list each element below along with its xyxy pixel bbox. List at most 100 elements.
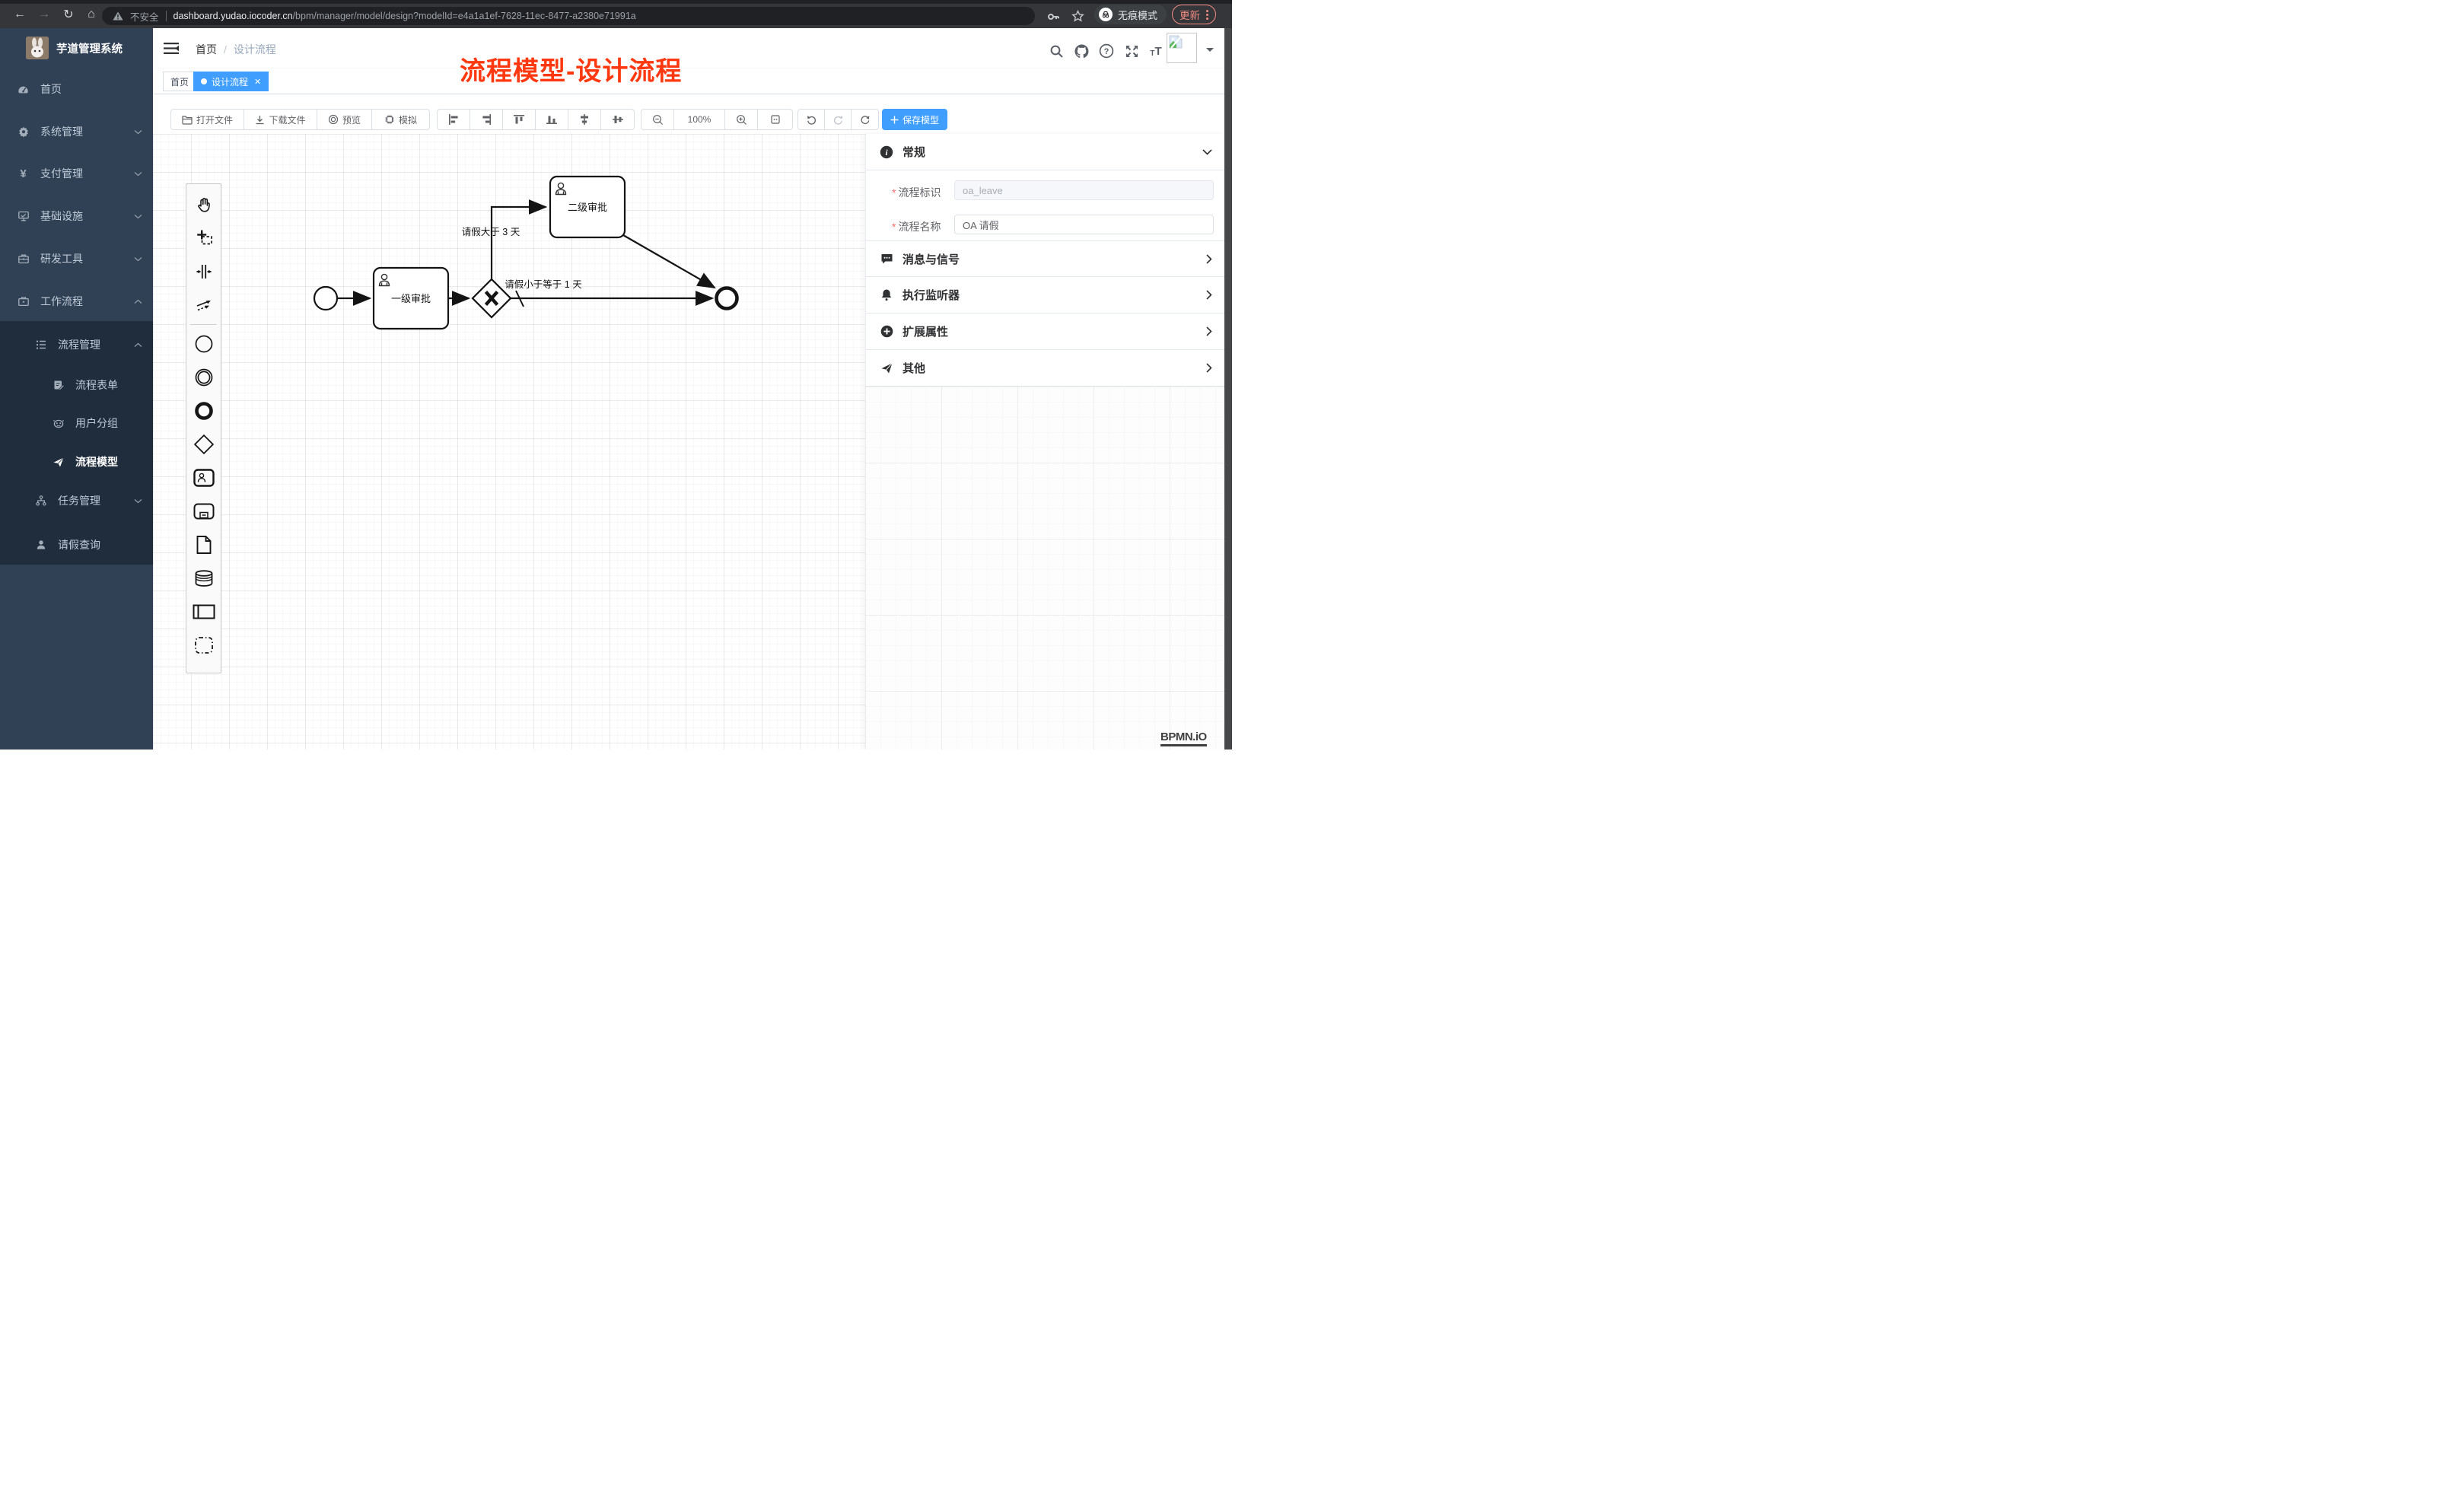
process-name-label: *流程名称 bbox=[892, 219, 941, 234]
chevron-down-icon bbox=[134, 256, 142, 262]
browser-forward-button[interactable]: → bbox=[35, 5, 53, 24]
sidebar-item-leave-query[interactable]: 请假查询 bbox=[0, 530, 153, 560]
sidebar-item-payment[interactable]: ¥ 支付管理 bbox=[0, 158, 153, 189]
breadcrumb-separator: / bbox=[224, 43, 227, 56]
chevron-down-icon[interactable] bbox=[1202, 149, 1212, 155]
breadcrumb-home[interactable]: 首页 bbox=[196, 42, 217, 57]
incognito-badge: 无痕模式 bbox=[1094, 5, 1167, 24]
info-icon: i bbox=[880, 145, 893, 159]
sidebar-item-process-model[interactable]: 流程模型 bbox=[0, 447, 153, 477]
document-edit-icon bbox=[52, 379, 65, 391]
condition-label-le[interactable]: 请假小于等于 1 天 bbox=[505, 278, 582, 290]
yen-icon: ¥ bbox=[17, 167, 30, 180]
sidebar-item-process-form[interactable]: 流程表单 bbox=[0, 370, 153, 400]
align-right-button[interactable] bbox=[470, 110, 503, 129]
browser-menu-icon[interactable] bbox=[1206, 10, 1208, 20]
align-center-vertical-button[interactable] bbox=[601, 110, 634, 129]
zoom-reset-button[interactable] bbox=[758, 110, 792, 129]
sidebar-item-infrastructure[interactable]: 基础设施 bbox=[0, 201, 153, 231]
save-model-button[interactable]: 保存模型 bbox=[882, 109, 947, 130]
flow-gateway-to-task2[interactable] bbox=[492, 207, 546, 278]
briefcase-icon bbox=[17, 295, 30, 307]
user-task-level2[interactable]: 二级审批 bbox=[550, 177, 625, 237]
sidebar-item-workflow[interactable]: 工作流程 bbox=[0, 286, 153, 317]
avatar[interactable] bbox=[1167, 33, 1197, 63]
align-top-button[interactable] bbox=[503, 110, 536, 129]
sidebar-item-user-group[interactable]: 用户分组 bbox=[0, 408, 153, 438]
sidebar-item-system[interactable]: 系统管理 bbox=[0, 116, 153, 147]
tab-design-process[interactable]: 设计流程 ✕ bbox=[193, 72, 269, 91]
end-event-shape[interactable] bbox=[717, 288, 737, 309]
file-button-group: 打开文件 下载文件 预览 模拟 bbox=[170, 109, 430, 130]
chevron-down-icon bbox=[134, 498, 142, 504]
fullscreen-icon[interactable] bbox=[1123, 43, 1140, 59]
chevron-right-icon bbox=[1206, 326, 1212, 336]
sidebar-item-home[interactable]: 首页 bbox=[0, 74, 153, 104]
folder-icon bbox=[182, 115, 193, 125]
send-icon bbox=[880, 361, 893, 375]
help-icon[interactable]: ? bbox=[1098, 43, 1115, 59]
chevron-up-icon bbox=[134, 299, 142, 304]
sidebar-item-devtools[interactable]: 研发工具 bbox=[0, 243, 153, 274]
address-bar[interactable]: 不安全 dashboard.yudao.iocoder.cn/bpm/manag… bbox=[102, 7, 1035, 25]
sidebar-item-label: 研发工具 bbox=[40, 251, 83, 266]
align-left-button[interactable] bbox=[438, 110, 470, 129]
browser-reload-button[interactable]: ↻ bbox=[59, 5, 78, 24]
zoom-in-button[interactable] bbox=[725, 110, 758, 129]
section-execution-listener[interactable]: 执行监听器 bbox=[866, 277, 1224, 313]
preview-button[interactable]: 预览 bbox=[317, 110, 372, 129]
redo-button[interactable] bbox=[825, 110, 852, 129]
app-logo-row[interactable]: 芋道管理系统 bbox=[0, 28, 153, 68]
process-key-input[interactable] bbox=[954, 180, 1214, 200]
plus-circle-icon bbox=[880, 325, 893, 339]
sidebar-item-task-management[interactable]: 任务管理 bbox=[0, 485, 153, 516]
undo-button[interactable] bbox=[798, 110, 825, 129]
sidebar: 芋道管理系统 首页 系统管理 ¥ 支付管理 基础设施 bbox=[0, 28, 153, 750]
start-event-shape[interactable] bbox=[314, 287, 337, 310]
simulate-button[interactable]: 模拟 bbox=[372, 110, 429, 129]
browser-update-button[interactable]: 更新 bbox=[1172, 5, 1216, 24]
section-general[interactable]: i 常规 bbox=[866, 134, 1224, 170]
sidebar-item-process-management[interactable]: 流程管理 bbox=[0, 329, 153, 360]
search-icon[interactable] bbox=[1048, 43, 1065, 59]
zoom-out-button[interactable] bbox=[641, 110, 674, 129]
message-icon bbox=[880, 252, 893, 266]
properties-panel: i 常规 *流程标识 *流程名称 消息与信号 bbox=[865, 134, 1224, 750]
chevron-down-icon bbox=[134, 171, 142, 177]
bookmark-star-icon[interactable] bbox=[1068, 7, 1087, 25]
tab-label: 首页 bbox=[170, 75, 189, 88]
sidebar-item-label: 基础设施 bbox=[40, 208, 83, 224]
breadcrumb-current: 设计流程 bbox=[234, 42, 276, 57]
password-key-icon[interactable] bbox=[1044, 8, 1062, 26]
url-host: dashboard.yudao.iocoder.cn bbox=[173, 11, 293, 21]
download-file-button[interactable]: 下载文件 bbox=[244, 110, 317, 129]
section-other[interactable]: 其他 bbox=[866, 350, 1224, 387]
align-center-horizontal-button[interactable] bbox=[568, 110, 601, 129]
browser-home-button[interactable]: ⌂ bbox=[82, 5, 100, 24]
section-messages-signals[interactable]: 消息与信号 bbox=[866, 241, 1224, 277]
org-tree-icon bbox=[34, 495, 47, 507]
avatar-dropdown-caret[interactable] bbox=[1206, 48, 1214, 56]
close-icon[interactable]: ✕ bbox=[254, 77, 261, 87]
properties-panel-card: i 常规 *流程标识 *流程名称 消息与信号 bbox=[865, 134, 1224, 387]
bpmn-io-watermark[interactable]: BPMN.iO bbox=[1160, 730, 1207, 744]
user-task-level1[interactable]: 一级审批 bbox=[374, 268, 448, 329]
restart-button[interactable] bbox=[852, 110, 878, 129]
browser-back-button[interactable]: ← bbox=[11, 5, 29, 24]
github-icon[interactable] bbox=[1073, 43, 1090, 59]
condition-label-gt[interactable]: 请假大于 3 天 bbox=[462, 227, 520, 237]
scrollbar[interactable] bbox=[1224, 28, 1232, 750]
flow-task2-to-end[interactable] bbox=[623, 235, 715, 288]
font-size-icon[interactable]: TT bbox=[1148, 43, 1164, 59]
tab-home[interactable]: 首页 bbox=[163, 72, 196, 91]
panel-grid-background bbox=[865, 387, 1224, 750]
open-file-button[interactable]: 打开文件 bbox=[171, 110, 244, 129]
process-name-input[interactable] bbox=[954, 215, 1214, 234]
sidebar-item-label: 用户分组 bbox=[75, 415, 118, 431]
zoom-button-group: 100% bbox=[641, 109, 793, 130]
align-bottom-button[interactable] bbox=[536, 110, 568, 129]
sidebar-collapse-icon[interactable] bbox=[164, 42, 179, 55]
section-extended-properties[interactable]: 扩展属性 bbox=[866, 313, 1224, 350]
incognito-label: 无痕模式 bbox=[1118, 8, 1157, 22]
zoom-level-display: 100% bbox=[674, 110, 725, 129]
